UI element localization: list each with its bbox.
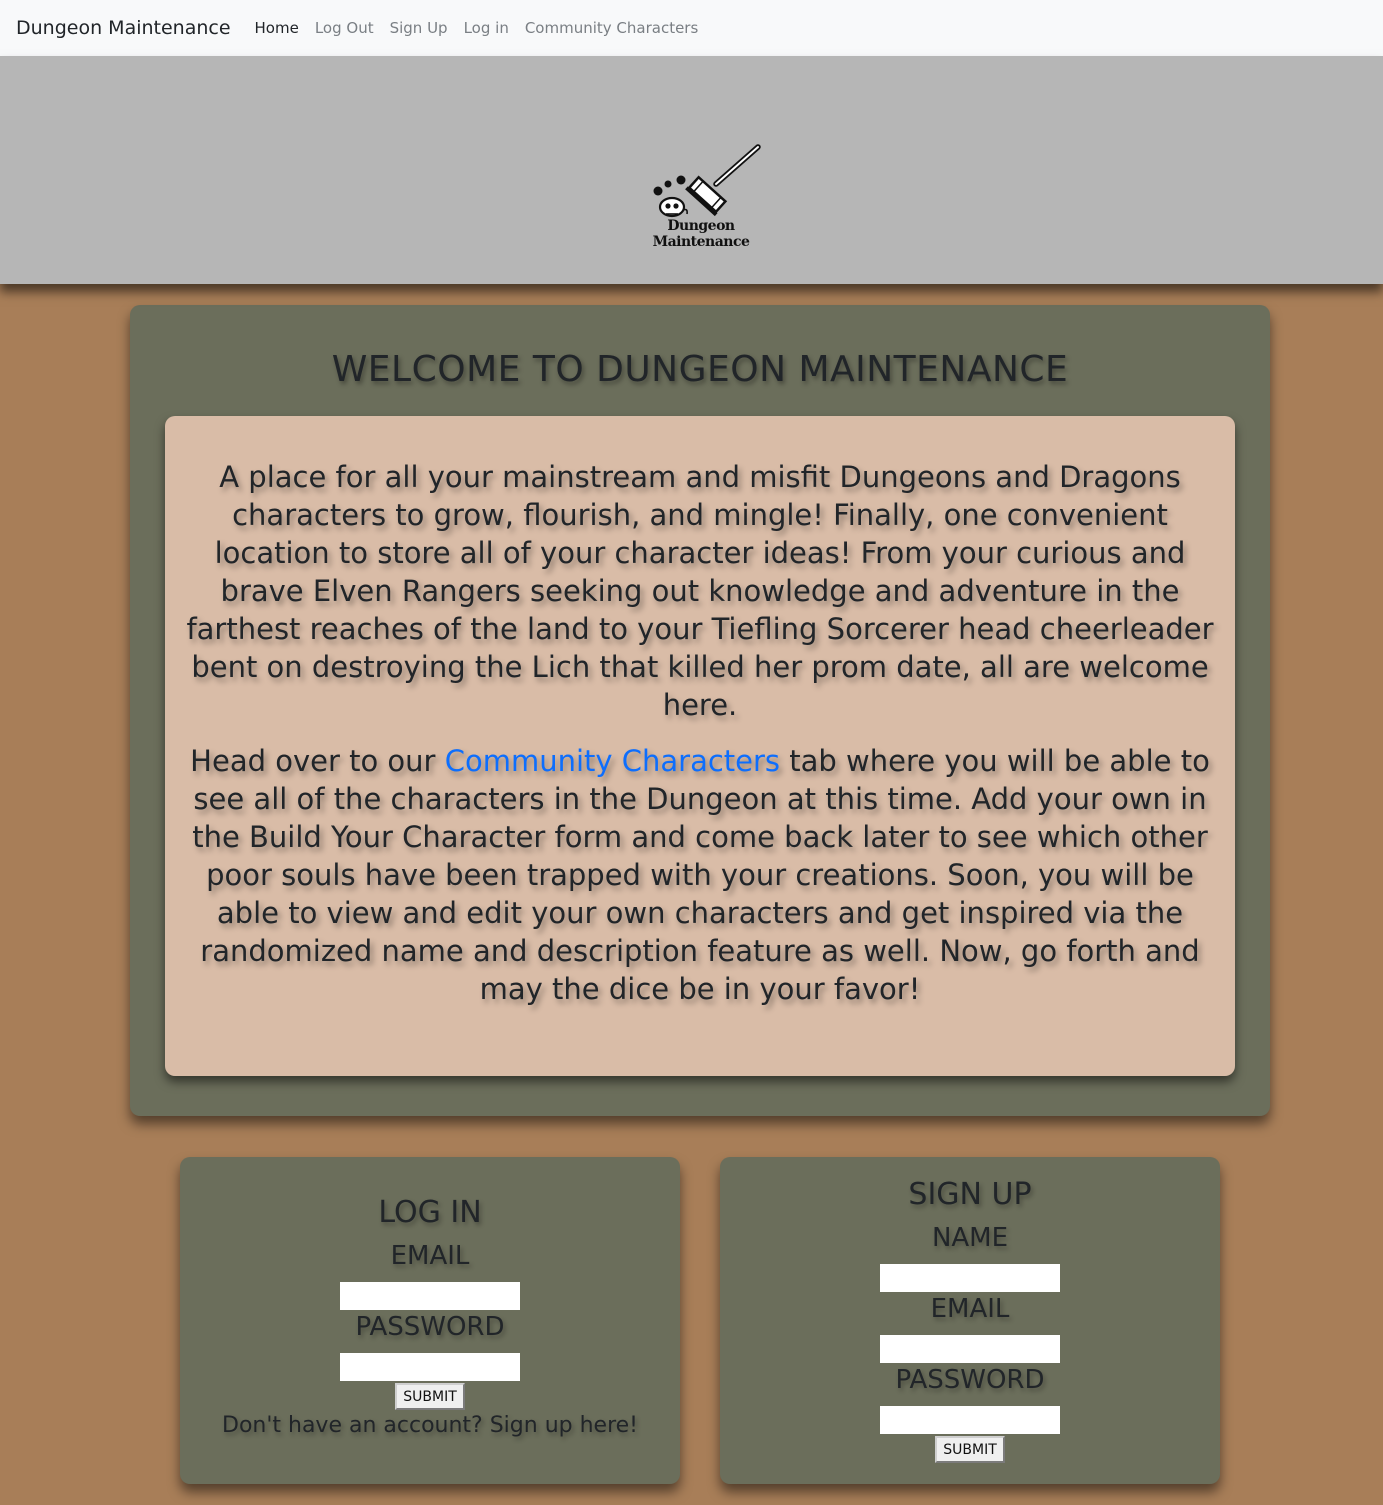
logo-text: Dungeon Maintenance xyxy=(652,218,750,250)
login-submit-button[interactable]: SUBMIT xyxy=(395,1383,465,1410)
header-banner: Dungeon Maintenance xyxy=(0,56,1383,284)
paragraph-2-body: tab where you will be able to see all of… xyxy=(192,744,1210,1006)
navbar-brand[interactable]: Dungeon Maintenance xyxy=(16,17,231,39)
broom-and-skull-icon xyxy=(653,144,761,218)
welcome-paragraph-1: A place for all your mainstream and misf… xyxy=(186,460,1214,722)
login-card: LOG IN EMAIL PASSWORD SUBMIT Don't have … xyxy=(180,1157,680,1484)
signup-name-input[interactable] xyxy=(880,1264,1060,1292)
signup-email-label: EMAIL xyxy=(930,1294,1010,1324)
welcome-paragraph-2: Head over to our Community Characters ta… xyxy=(185,742,1215,1008)
welcome-title: WELCOME TO DUNGEON MAINTENANCE xyxy=(331,349,1069,390)
nav-sign-up[interactable]: Sign Up xyxy=(390,19,448,37)
signup-email-input[interactable] xyxy=(880,1335,1060,1363)
signup-submit-button[interactable]: SUBMIT xyxy=(935,1436,1005,1463)
signup-password-label: PASSWORD xyxy=(895,1365,1045,1395)
signup-card: SIGN UP NAME EMAIL PASSWORD SUBMIT xyxy=(720,1157,1220,1484)
welcome-description-box: A place for all your mainstream and misf… xyxy=(165,416,1235,1076)
signup-hint-link[interactable]: Don't have an account? Sign up here! xyxy=(180,1413,680,1438)
nav-log-out[interactable]: Log Out xyxy=(315,19,374,37)
site-logo: Dungeon Maintenance xyxy=(626,144,776,250)
navbar: Dungeon Maintenance Home Log Out Sign Up… xyxy=(0,0,1383,56)
signup-title: SIGN UP xyxy=(908,1177,1032,1212)
login-email-input[interactable] xyxy=(340,1282,520,1310)
nav-log-in[interactable]: Log in xyxy=(464,19,509,37)
nav-community-characters[interactable]: Community Characters xyxy=(525,19,698,37)
login-title: LOG IN xyxy=(378,1195,482,1230)
login-password-input[interactable] xyxy=(340,1353,520,1381)
nav-home[interactable]: Home xyxy=(255,19,299,37)
community-characters-link[interactable]: Community Characters xyxy=(445,744,780,778)
login-email-label: EMAIL xyxy=(390,1241,470,1271)
signup-password-input[interactable] xyxy=(880,1406,1060,1434)
paragraph-2-intro: Head over to our xyxy=(190,744,445,778)
signup-name-label: NAME xyxy=(931,1223,1009,1253)
login-password-label: PASSWORD xyxy=(355,1312,505,1342)
welcome-panel: WELCOME TO DUNGEON MAINTENANCE A place f… xyxy=(130,305,1270,1116)
